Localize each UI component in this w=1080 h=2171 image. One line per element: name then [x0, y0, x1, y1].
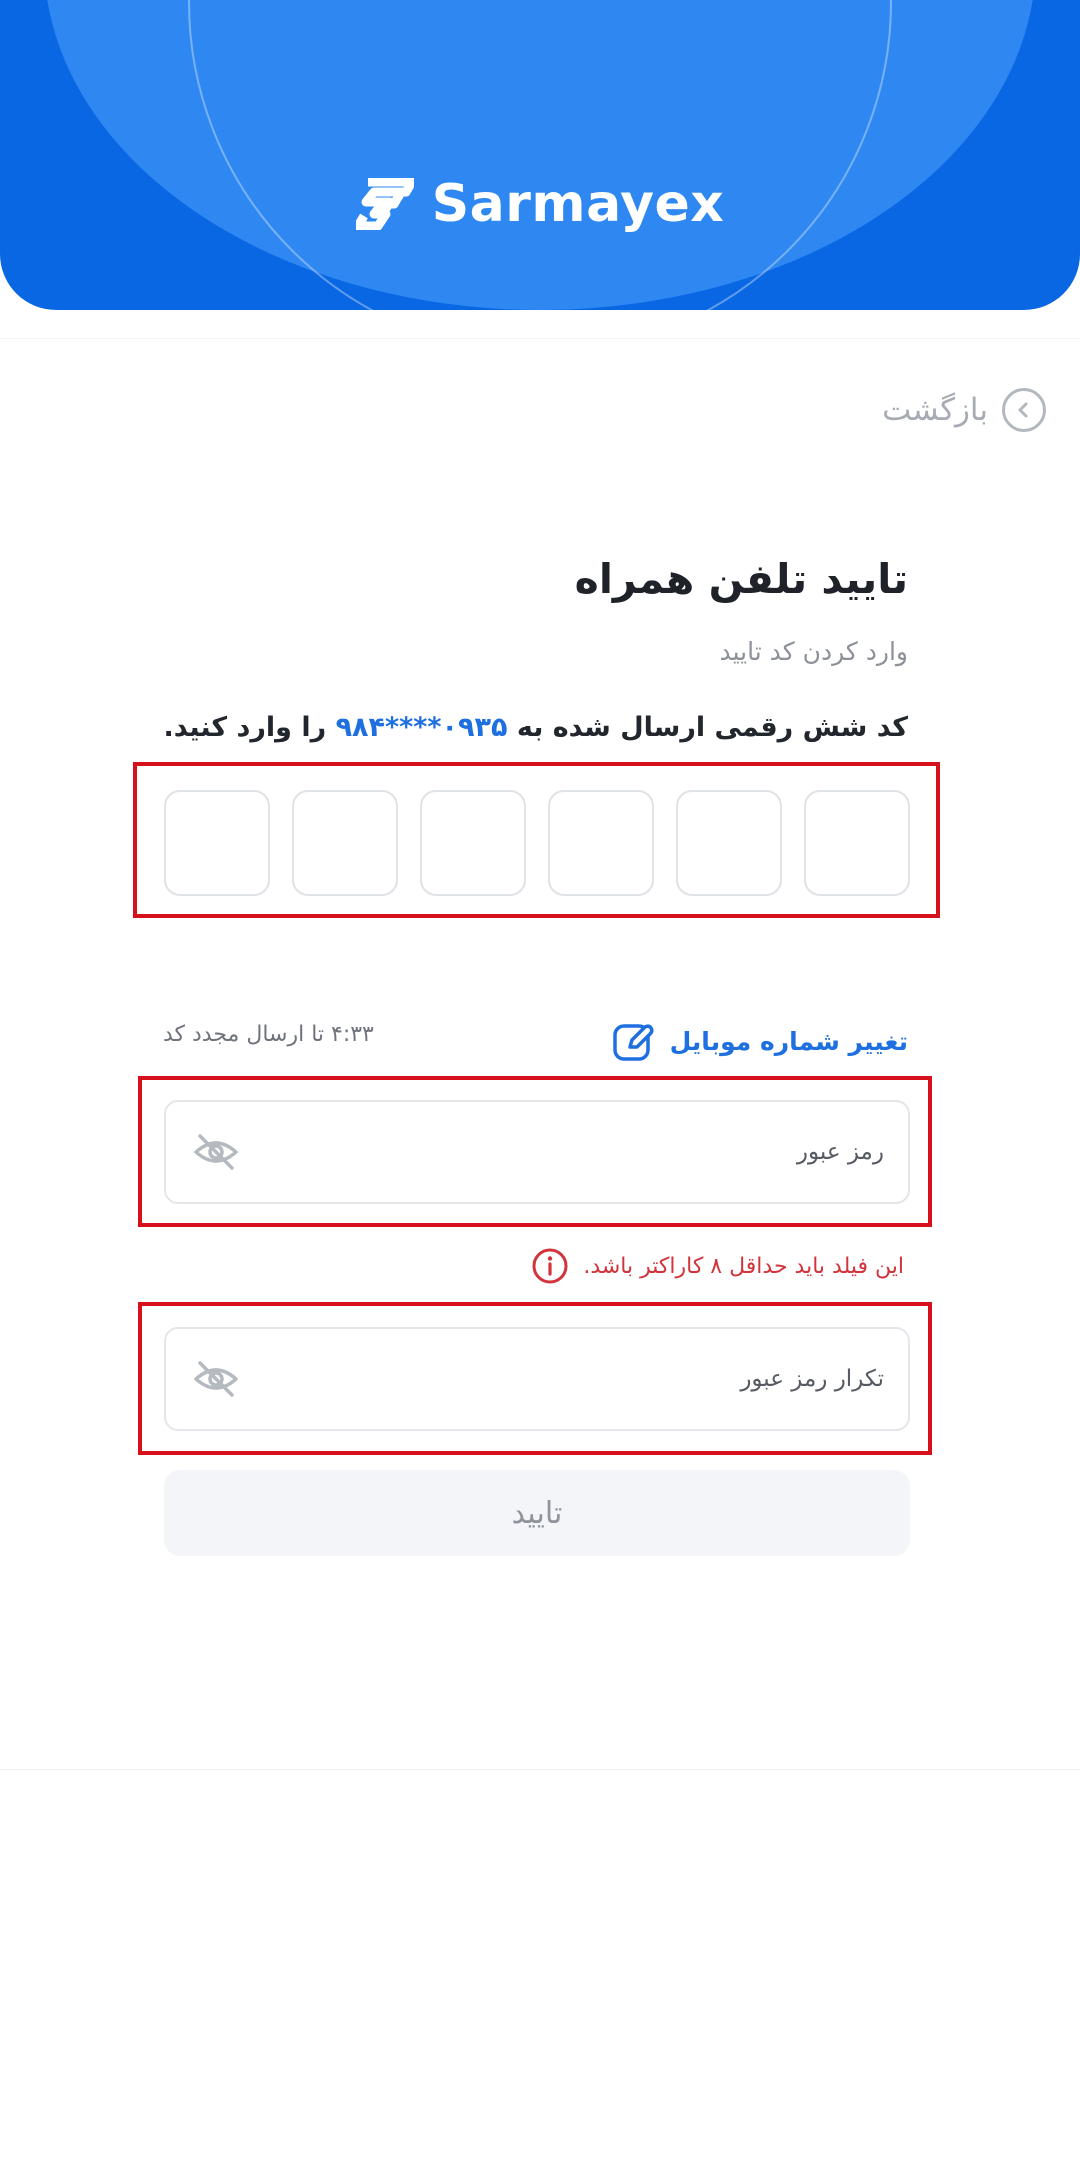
- info-icon: [532, 1248, 568, 1284]
- resend-countdown: ۴:۳۳ تا ارسال مجدد کد: [163, 1022, 374, 1047]
- otp-instruction: کد شش رقمی ارسال شده به ۰۹۳۵****۹۸۴ را و…: [164, 712, 908, 743]
- change-phone-link[interactable]: تغییر شماره موبایل: [612, 1018, 908, 1064]
- otp-digit-box[interactable]: [804, 790, 910, 896]
- back-button[interactable]: بازگشت: [882, 386, 1046, 434]
- change-phone-label: تغییر شماره موبایل: [669, 1026, 908, 1056]
- password-error-message: این فیلد باید حداقل ۸ کاراکتر باشد.: [531, 1246, 904, 1286]
- brand: Sarmayex: [0, 168, 1080, 240]
- phone-verification-page: Sarmayex بازگشت تایید تلفن همراه وارد کر…: [0, 0, 1080, 2171]
- otp-digit-box[interactable]: [164, 790, 270, 896]
- sarmayex-logo-icon: [355, 178, 414, 230]
- instruction-prefix: کد شش رقمی ارسال شده به: [516, 712, 908, 743]
- back-label: بازگشت: [882, 392, 988, 428]
- eye-off-icon[interactable]: [192, 1128, 240, 1176]
- password-error-text: این فیلد باید حداقل ۸ کاراکتر باشد.: [583, 1253, 904, 1279]
- instruction-suffix: را وارد کنید.: [163, 712, 327, 743]
- confirm-button[interactable]: تایید: [164, 1470, 910, 1556]
- otp-digit-box[interactable]: [292, 790, 398, 896]
- password-confirm-input[interactable]: [240, 1366, 884, 1392]
- otp-digit-box[interactable]: [420, 790, 526, 896]
- otp-digit-box[interactable]: [676, 790, 782, 896]
- brand-name: Sarmayex: [431, 174, 725, 234]
- header-banner: Sarmayex: [0, 0, 1080, 310]
- chevron-left-circle-icon: [1002, 388, 1046, 432]
- password-confirm-field[interactable]: [164, 1327, 910, 1431]
- masked-phone-number: ۰۹۳۵****۹۸۴: [335, 712, 508, 743]
- edit-icon: [612, 1024, 654, 1061]
- eye-off-icon[interactable]: [192, 1355, 240, 1403]
- password-input[interactable]: [240, 1139, 884, 1165]
- page-subtitle: وارد کردن کد تایید: [719, 637, 908, 666]
- page-title: تایید تلفن همراه: [574, 555, 908, 603]
- password-field[interactable]: [164, 1100, 910, 1204]
- otp-input-group: [164, 790, 910, 896]
- otp-digit-box[interactable]: [548, 790, 654, 896]
